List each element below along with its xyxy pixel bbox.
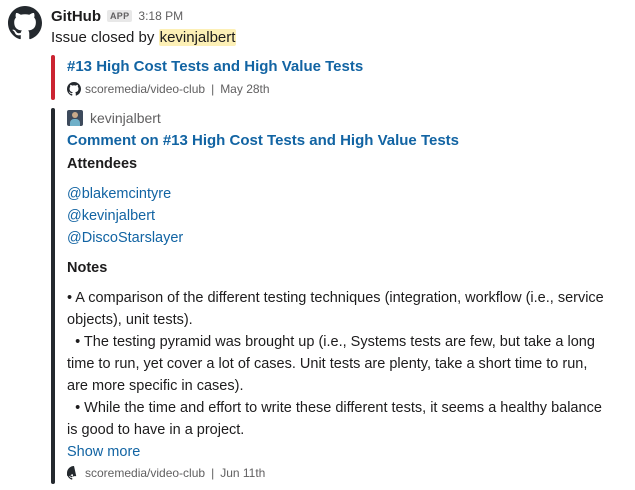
- message-text-prefix: Issue closed by: [51, 29, 155, 46]
- github-avatar-icon[interactable]: [8, 6, 42, 40]
- attendee-link[interactable]: @DiscoStarslayer: [67, 227, 612, 249]
- github-mini-icon: [67, 466, 77, 480]
- comment-attachment: kevinjalbert Comment on #13 High Cost Te…: [51, 108, 621, 484]
- message-text: Issue closed by kevinjalbert: [51, 28, 237, 48]
- comment-author: kevinjalbert: [67, 110, 161, 126]
- footer-date[interactable]: May 28th: [220, 82, 269, 96]
- footer-separator: |: [211, 82, 215, 96]
- message-timestamp[interactable]: 3:18 PM: [138, 9, 183, 23]
- notes-heading: Notes: [67, 260, 108, 276]
- attachment-color-bar: [51, 108, 55, 484]
- note-item: • A comparison of the different testing …: [67, 290, 608, 328]
- comment-title-link[interactable]: Comment on #13 High Cost Tests and High …: [67, 131, 459, 151]
- attendee-link[interactable]: @blakemcintyre: [67, 183, 612, 205]
- attachment-footer: scoremedia/video-club | May 28th: [67, 82, 270, 96]
- attendees-heading: Attendees: [67, 156, 138, 172]
- footer-repo: scoremedia/video-club: [85, 466, 206, 480]
- note-item: • The testing pyramid was brought up (i.…: [67, 334, 599, 394]
- footer-repo: scoremedia/video-club: [85, 82, 206, 96]
- app-badge: APP: [107, 10, 133, 22]
- attachment-footer: scoremedia/video-club | Jun 11th: [67, 466, 265, 480]
- attendee-link[interactable]: @kevinjalbert: [67, 205, 612, 227]
- note-item: • While the time and effort to write the…: [67, 400, 606, 438]
- issue-attachment: #13 High Cost Tests and High Value Tests…: [51, 55, 611, 100]
- user-mention[interactable]: kevinjalbert: [158, 29, 237, 46]
- footer-separator: |: [211, 466, 215, 480]
- github-mini-icon: [67, 82, 81, 96]
- sender-name[interactable]: GitHub: [51, 8, 101, 25]
- show-more-link[interactable]: Show more: [67, 441, 612, 463]
- issue-title-link[interactable]: #13 High Cost Tests and High Value Tests: [67, 57, 363, 77]
- footer-date[interactable]: Jun 11th: [220, 466, 265, 480]
- author-name[interactable]: kevinjalbert: [90, 110, 161, 126]
- message-header: GitHub APP 3:18 PM: [51, 6, 183, 26]
- attachment-color-bar: [51, 55, 55, 100]
- author-avatar[interactable]: [67, 110, 83, 126]
